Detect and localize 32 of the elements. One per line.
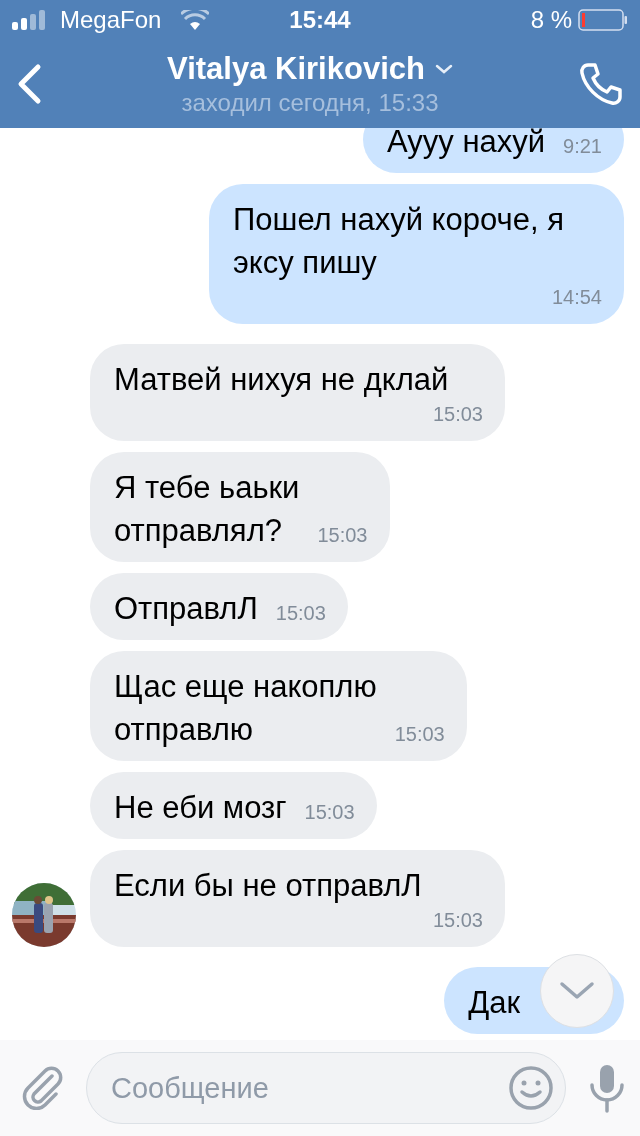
message-time: 15:03 [317, 523, 368, 548]
phone-icon[interactable] [578, 61, 624, 107]
microphone-icon[interactable] [588, 1063, 626, 1113]
message-time: 14:54 [551, 285, 602, 310]
paperclip-icon[interactable] [22, 1066, 64, 1110]
message-text: Не еби мозг [114, 789, 287, 827]
battery-percent: 8 % [530, 6, 572, 34]
message-text: Щас еще накоплю отправлю [114, 668, 377, 749]
battery-icon [578, 9, 628, 31]
smiley-icon[interactable] [508, 1065, 554, 1111]
message-text: Дак [468, 984, 520, 1022]
contact-name[interactable]: Vitalya Kirikovich [167, 51, 425, 87]
status-time: 15:44 [289, 6, 351, 33]
carrier-name: MegaFon [60, 6, 162, 34]
message-text: Пошел нахуй короче, я эксу пишу [233, 201, 564, 282]
message-input[interactable]: Сообщение [86, 1052, 566, 1124]
message-text: Если бы не отправлЛ [114, 867, 422, 905]
back-icon[interactable] [16, 63, 42, 105]
chevron-down-icon [559, 981, 595, 1001]
message-time: 15:03 [275, 601, 326, 626]
message-text: Я тебе ьаьки отправлял? [114, 469, 300, 550]
message-time: 9:21 [563, 134, 602, 159]
wifi-icon [181, 10, 210, 30]
message-time: 15:03 [432, 402, 483, 427]
message-text: Аууу нахуй [386, 128, 546, 161]
message-text: ОтправлЛ [114, 590, 258, 628]
chevron-down-icon[interactable] [434, 64, 453, 74]
message-text: Матвей нихуя не дклай [114, 361, 449, 399]
message-time: 15:03 [432, 908, 483, 933]
message-time: 15:03 [304, 800, 355, 825]
last-seen-text: заходил сегодня, 15:33 [181, 89, 439, 117]
message-time: 15:03 [394, 722, 445, 747]
